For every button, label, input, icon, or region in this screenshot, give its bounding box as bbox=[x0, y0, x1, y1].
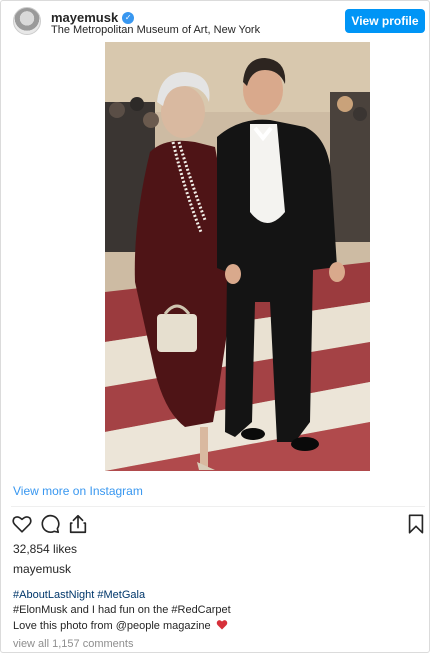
red-heart-icon bbox=[216, 620, 227, 630]
divider bbox=[11, 506, 425, 507]
post-photo[interactable] bbox=[105, 42, 370, 471]
view-comments-link[interactable]: view all 1,157 comments bbox=[13, 638, 133, 650]
heart-icon[interactable] bbox=[11, 513, 33, 535]
username[interactable]: mayemusk bbox=[51, 10, 118, 25]
view-more-link[interactable]: View more on Instagram bbox=[13, 484, 143, 498]
post-photo-illustration bbox=[105, 42, 370, 471]
likes-count[interactable]: 32,854 likes bbox=[13, 542, 77, 556]
caption-username[interactable]: mayemusk bbox=[13, 562, 71, 576]
username-row: mayemusk ✓ bbox=[51, 10, 135, 25]
verified-icon: ✓ bbox=[122, 11, 135, 24]
view-profile-button[interactable]: View profile bbox=[345, 9, 425, 33]
avatar[interactable] bbox=[13, 7, 41, 35]
post-header: mayemusk ✓ The Metropolitan Museum of Ar… bbox=[1, 1, 430, 41]
caption-line-3-text: Love this photo from @people magazine bbox=[13, 620, 211, 632]
caption-hashtags[interactable]: #AboutLastNight #MetGala bbox=[13, 589, 145, 601]
location[interactable]: The Metropolitan Museum of Art, New York bbox=[51, 24, 260, 36]
caption-line-3: Love this photo from @people magazine bbox=[13, 619, 228, 632]
caption-line-2: #ElonMusk and I had fun on the #RedCarpe… bbox=[13, 604, 231, 616]
share-icon[interactable] bbox=[67, 513, 89, 535]
instagram-embed: mayemusk ✓ The Metropolitan Museum of Ar… bbox=[0, 0, 430, 653]
bookmark-icon[interactable] bbox=[405, 513, 427, 535]
comment-icon[interactable] bbox=[39, 513, 61, 535]
action-bar bbox=[9, 513, 425, 537]
